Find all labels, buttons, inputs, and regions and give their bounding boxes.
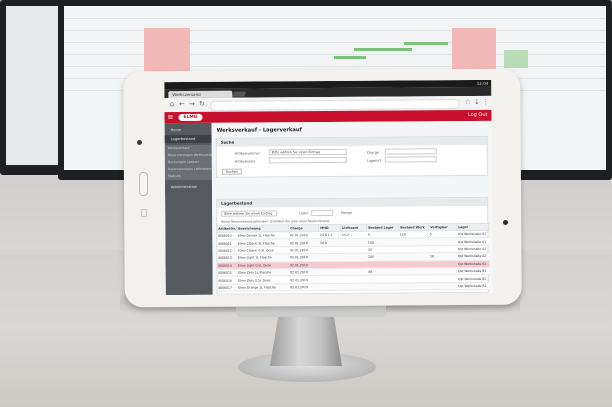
- article-name-input[interactable]: [268, 156, 347, 164]
- main-content: Werksverkauf - Lagerverkauf Suche Artike…: [211, 120, 493, 295]
- table-cell-art: 4006011: [216, 239, 237, 248]
- stock-table: Artikel-Nr. Bezeichnung Charge MHD Liefe…: [216, 223, 490, 292]
- table-cell-lief: [341, 282, 368, 291]
- forward-icon[interactable]: →: [188, 100, 195, 108]
- stand-neck: [270, 314, 342, 366]
- monitor-gantt-bar: [354, 48, 412, 51]
- table-cell-mhd: [318, 246, 341, 254]
- sidebar-item-home[interactable]: Home: [165, 126, 212, 134]
- monitor-gantt-bar: [334, 56, 366, 59]
- search-panel: Suche Artikelnummer Bitte wählen Sie ein…: [215, 135, 488, 178]
- field-label: Charge: [366, 150, 379, 155]
- table-cell-art: 4006012: [216, 246, 237, 255]
- table-cell-werk: [399, 282, 430, 291]
- table-cell-charge: 02.01.2019: [289, 283, 320, 291]
- reload-icon[interactable]: ↻: [198, 100, 205, 108]
- address-bar[interactable]: [210, 99, 460, 111]
- star-icon[interactable]: ☆: [464, 98, 471, 106]
- home-icon[interactable]: ⌂: [168, 100, 175, 108]
- stock-panel-heading: Lagerbestand: [217, 197, 488, 208]
- brand-logo[interactable]: ELMO: [178, 113, 203, 122]
- table-cell-art: 4006017: [217, 283, 238, 292]
- tablet-screen: 12:04 Werksversand ⌂ ← → ↻ ☆ ↓ ⋮ ≡ ELMO …: [164, 79, 493, 296]
- logout-link[interactable]: Log Out: [468, 110, 488, 121]
- lager-select[interactable]: [311, 209, 334, 217]
- hamburger-icon[interactable]: ≡: [167, 113, 173, 122]
- stock-filter-label: Menge: [341, 210, 352, 215]
- table-cell-ort: Ost Werkshalle B2: [457, 282, 490, 290]
- table-row[interactable]: 4006017 Elmo Orange 1L Flasche 02.01.2019 O…: [217, 282, 490, 292]
- table-cell-lager: [367, 282, 400, 291]
- table-cell-mhd: [319, 275, 342, 284]
- lagerort-input[interactable]: [384, 156, 437, 163]
- stock-filter-select[interactable]: Bitte wählen Sie einen Eintrag: [221, 210, 278, 217]
- table-cell-mhd: [319, 260, 342, 269]
- table-cell-art: 4006010: [216, 232, 237, 240]
- tablet-back-key[interactable]: [141, 209, 147, 217]
- field-label: Lagerort: [366, 158, 382, 163]
- table-cell-art: 4006015: [217, 269, 238, 277]
- stock-filter-label: Lager: [299, 211, 309, 216]
- table-cell-verf: [429, 282, 458, 290]
- table-cell-mhd: 3/19: [318, 238, 341, 247]
- table-body: 4006010 Elmo Deluxe 1L Flasche 02.01.2019 2…: [216, 230, 490, 292]
- monitor-green-block: [504, 50, 528, 68]
- table-cell-art: 4006013: [216, 254, 238, 262]
- table-cell-mhd: [318, 253, 342, 262]
- field-label: Artikelname: [234, 159, 256, 164]
- monitor-gantt-bar: [404, 42, 448, 45]
- sidebar: Home Lagerbestand Werksverkauf Reservier…: [164, 122, 213, 296]
- sidebar-item-lagerbestand[interactable]: Lagerbestand: [164, 134, 212, 144]
- tablet-home-button[interactable]: [139, 172, 148, 196]
- tablet-camera: [137, 140, 142, 145]
- sidebar-subitem[interactable]: Statistik: [164, 172, 212, 181]
- sidebar-item-administration[interactable]: Administration: [165, 183, 212, 191]
- table-cell-mhd: [319, 268, 342, 276]
- table-cell-name: Elmo Orange 1L Flasche: [237, 283, 290, 292]
- page-title: Werksverkauf - Lagerverkauf: [216, 127, 302, 134]
- new-tab-button[interactable]: [232, 91, 247, 97]
- back-icon[interactable]: ←: [178, 100, 185, 108]
- search-button[interactable]: Suchen: [221, 168, 242, 175]
- charge-input[interactable]: [384, 148, 437, 155]
- photo-scene: 12:04 Werksversand ⌂ ← → ↻ ☆ ↓ ⋮ ≡ ELMO …: [0, 0, 612, 407]
- table-cell-mhd: [319, 283, 342, 291]
- search-panel-heading[interactable]: Suche: [216, 136, 487, 147]
- field-label: Artikelnummer: [234, 151, 261, 156]
- table-cell-mhd: 2/18 1.1: [318, 231, 341, 239]
- stock-notice: Keine Reservierung gefunden. Erstellen S…: [221, 218, 330, 224]
- tablet-sensor: [503, 220, 508, 225]
- download-icon[interactable]: ↓: [473, 98, 480, 106]
- table-cell-art: 4006016: [217, 276, 238, 285]
- menu-dots-icon[interactable]: ⋮: [482, 98, 489, 106]
- article-number-select[interactable]: Bitte wählen Sie einen Eintrag: [268, 148, 347, 156]
- table-cell-art: 4006014: [217, 261, 238, 270]
- monitor-row-line: [64, 18, 606, 19]
